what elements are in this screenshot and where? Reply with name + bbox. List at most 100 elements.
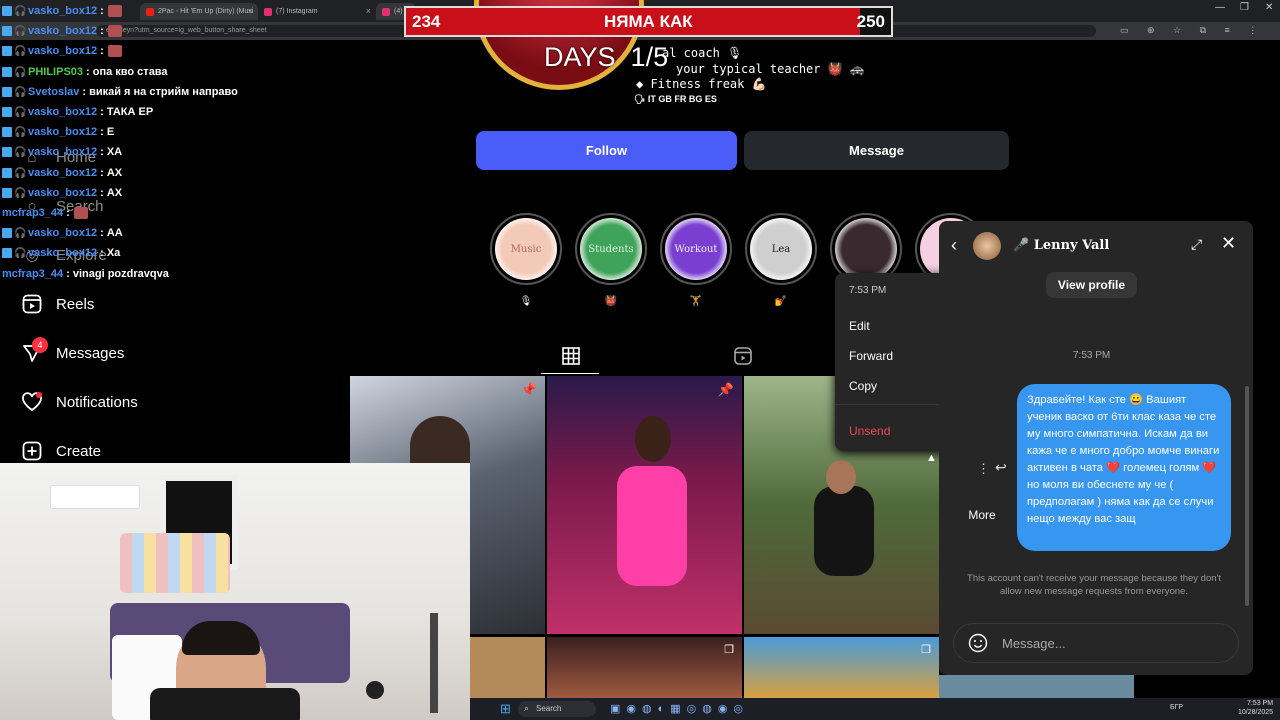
taskbar-search[interactable]: ⌕ Search xyxy=(518,701,596,717)
back-icon[interactable]: ‹ xyxy=(951,235,957,256)
search-icon: ⌕ xyxy=(524,703,530,713)
chat-text: : xyxy=(100,45,104,58)
chat-text: : xyxy=(100,25,104,38)
browser-toolbar-icons[interactable]: ▭ ⊕ ☆ ⧉ ≡ ⋮ xyxy=(1120,25,1265,36)
post-thumbnail[interactable] xyxy=(939,675,1134,698)
grid-icon xyxy=(562,347,580,365)
days-label: DAYS xyxy=(544,42,616,72)
reply-icon[interactable]: ↩ xyxy=(995,459,1007,476)
nav-notifications[interactable]: Notifications xyxy=(20,387,138,417)
bio-line: your typical teacher 👹 🚓 xyxy=(676,62,865,76)
tab-title: 2Pac - Hit 'Em Up (Dirty) (Musi xyxy=(158,8,254,15)
subscriber-badge-icon xyxy=(2,46,12,57)
highlight-caption: 🏋 xyxy=(689,296,703,307)
context-menu-time: 7:53 PM xyxy=(849,285,887,296)
heart-icon xyxy=(20,390,44,414)
sent-message-bubble[interactable]: Здравейте! Как сте 😀 Вашият ученик васко… xyxy=(1017,384,1231,551)
chat-text: : опа кво става xyxy=(86,65,168,78)
headphones-icon: 🎧 xyxy=(14,6,27,17)
posts-grid-tab[interactable] xyxy=(556,343,586,369)
chat-message: 🎧 Svetoslav: викай я на стрийм направо xyxy=(2,83,238,101)
highlight-label: Students xyxy=(588,243,634,255)
reels-icon xyxy=(734,347,752,365)
bio-line: 🗣 IT GB FR BG ES xyxy=(634,94,717,104)
carousel-icon: ❐ xyxy=(724,644,734,656)
chat-message: 🎧 vasko_box12: АХ xyxy=(2,184,122,202)
post-thumbnail[interactable]: ❐ xyxy=(547,637,742,698)
taskbar-pinned-apps[interactable]: ▣◉◍◐▦◎◍◉◎ xyxy=(610,702,749,715)
browser-tab[interactable]: (7) Instagram × xyxy=(258,3,376,20)
reels-tab[interactable] xyxy=(728,343,758,369)
chat-text: : АА xyxy=(100,227,123,240)
chat-text: : xyxy=(66,207,70,219)
subscriber-badge-icon xyxy=(2,66,12,77)
subscriber-badge-icon xyxy=(2,248,12,259)
pin-icon: 📌 xyxy=(717,382,734,397)
contact-name[interactable]: 🎤 Lenny Vall xyxy=(1013,238,1109,253)
more-options-icon[interactable]: ⋮ xyxy=(977,461,990,477)
taskbar-search-label: Search xyxy=(536,704,562,713)
chat-message: mcfrap3_44: xyxy=(2,204,88,222)
chat-username: mcfrap3_44 xyxy=(2,267,64,280)
chat-emote-icon xyxy=(107,5,122,17)
highlight-bubble[interactable]: Music xyxy=(490,213,562,285)
taskbar-clock[interactable]: 7:53 PM 10/28/2025 xyxy=(1238,699,1273,717)
chat-username: vasko_box12 xyxy=(28,247,98,260)
browser-tab[interactable]: 2Pac - Hit 'Em Up (Dirty) (Musi × xyxy=(140,3,258,20)
dumbbell xyxy=(366,681,384,699)
maximize-icon[interactable]: ❐ xyxy=(1240,2,1249,13)
chat-text: : Е xyxy=(100,126,115,139)
windows-start-icon[interactable]: ⊞ xyxy=(500,701,511,717)
nav-create[interactable]: Create xyxy=(20,436,101,466)
headphones-icon: 🎧 xyxy=(14,187,27,199)
chat-message: 🎧 vasko_box12: xyxy=(2,42,122,60)
highlight-bubble[interactable]: Lea xyxy=(745,213,817,285)
follow-button[interactable]: Follow xyxy=(476,131,737,170)
chat-text: : викай я на стрийм направо xyxy=(82,85,238,98)
subscriber-badge-icon xyxy=(2,187,12,198)
close-tab-icon[interactable]: × xyxy=(366,6,371,16)
post-thumbnail[interactable] xyxy=(470,637,545,698)
post-thumbnail[interactable]: ❐ xyxy=(744,637,939,698)
air-conditioner xyxy=(50,485,140,509)
nav-reels[interactable]: Reels xyxy=(20,289,94,319)
highlight-caption: 🎙 xyxy=(519,296,533,307)
chat-message: 🎧 PHILIPS03: опа кво става xyxy=(2,63,168,81)
contact-avatar[interactable] xyxy=(973,232,1001,260)
chat-emote-icon xyxy=(107,45,122,58)
active-tab-indicator xyxy=(541,373,599,374)
streamer-hair xyxy=(182,621,260,655)
chat-username: vasko_box12 xyxy=(28,25,98,38)
post-thumbnail[interactable]: 📌 xyxy=(547,376,742,634)
chat-message: 🎧 vasko_box12: ХА xyxy=(2,143,122,161)
close-tab-icon[interactable]: × xyxy=(248,6,253,16)
streamer-shirt xyxy=(150,688,300,720)
message-input[interactable]: Message... xyxy=(953,623,1239,663)
highlight-bubble[interactable]: Students xyxy=(575,213,647,285)
highlight-caption: 👹 xyxy=(604,296,618,307)
clock-time: 7:53 PM xyxy=(1246,700,1274,707)
tab-title: (7) Instagram xyxy=(276,8,318,15)
highlight-bubble[interactable]: Workout xyxy=(660,213,732,285)
headphones-icon: 🎧 xyxy=(14,228,27,240)
highlight-label: Workout xyxy=(674,243,718,255)
chat-message: 🎧 vasko_box12: ТАКА ЕР xyxy=(2,103,153,121)
close-window-icon[interactable]: ✕ xyxy=(1265,2,1273,13)
expand-icon[interactable]: ⤢ xyxy=(1191,236,1202,253)
subscriber-badge-icon xyxy=(2,228,12,239)
chat-username: PHILIPS03 xyxy=(28,65,84,78)
nav-label: Reels xyxy=(56,295,95,313)
headphones-icon: 🎧 xyxy=(14,66,27,78)
view-profile-button[interactable]: View profile xyxy=(1046,272,1137,298)
headphones-icon: 🎧 xyxy=(14,167,27,179)
keyboard-language[interactable]: БГР xyxy=(1170,704,1183,711)
chat-text: : ХА xyxy=(100,146,123,159)
minimize-icon[interactable]: — xyxy=(1215,2,1225,13)
goal-target-value: 250 xyxy=(856,12,885,31)
headphones-icon: 🎧 xyxy=(14,107,27,118)
close-icon[interactable]: ✕ xyxy=(1221,233,1236,254)
message-button[interactable]: Message xyxy=(744,131,1009,170)
chat-message: 🎧 vasko_box12: xyxy=(2,2,122,20)
webcam-feed xyxy=(0,463,470,720)
chat-scrollbar[interactable] xyxy=(1245,386,1249,606)
